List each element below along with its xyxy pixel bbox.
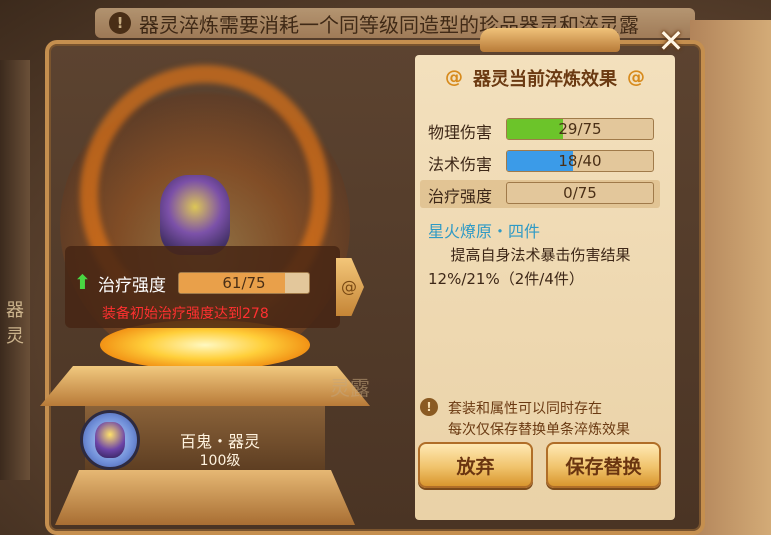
set-bonus-description: 提高自身法术暴击伤害结果12%/21%（2件/4件） bbox=[428, 246, 631, 288]
stat-bar-text: 29/75 bbox=[558, 120, 602, 138]
set-bonus-title: 星火燎原・四件 bbox=[428, 222, 541, 241]
pedestal-top bbox=[40, 366, 370, 406]
game-scene: ! 器灵淬炼需要消耗一个同等级同造型的珍品器灵和淬灵露 器灵 灵露 @ ⬆ 治疗… bbox=[0, 0, 771, 535]
cloud-swirl-icon: @ bbox=[445, 67, 463, 88]
spirit-figure-image bbox=[160, 175, 230, 255]
stat-bar-healing-power: 0/75 bbox=[506, 182, 654, 204]
save-replace-button[interactable]: 保存替换 bbox=[546, 442, 661, 488]
panel-header: @ 器灵当前淬炼效果 @ bbox=[415, 60, 675, 96]
pedestal-base bbox=[55, 470, 355, 525]
spirit-avatar-image bbox=[95, 422, 125, 458]
spirit-avatar[interactable] bbox=[80, 410, 140, 470]
background-ghost-label: 灵露 bbox=[330, 376, 370, 400]
popup-crown-ornament bbox=[480, 28, 620, 52]
spiral-icon: @ bbox=[341, 277, 357, 296]
stat-label-magic-damage: 法术伤害 bbox=[428, 155, 493, 174]
stat-bar-physical-damage: 29/75 bbox=[506, 118, 654, 140]
discard-button[interactable]: 放弃 bbox=[418, 442, 533, 488]
panel-title: 器灵当前淬炼效果 bbox=[473, 69, 617, 90]
notice-line-2: 每次仅保存替换单条淬炼效果 bbox=[448, 422, 630, 438]
stat-bar-text: 18/40 bbox=[558, 152, 602, 170]
cloud-swirl-icon: @ bbox=[627, 67, 645, 88]
warning-icon: ! bbox=[109, 12, 131, 34]
spirit-level: 100级 bbox=[199, 453, 241, 469]
spirit-name: 百鬼・器灵 bbox=[179, 432, 260, 451]
callout-stat-bar-text: 61/75 bbox=[222, 274, 266, 292]
background-side-label: 器灵 bbox=[6, 300, 24, 347]
info-icon: ! bbox=[420, 398, 438, 416]
notice-line-1: 套装和属性可以同时存在 bbox=[448, 401, 602, 417]
stat-bar-text: 0/75 bbox=[563, 184, 597, 202]
callout-requirement: 装备初始治疗强度达到278 bbox=[102, 306, 269, 322]
stat-label-healing-power: 治疗强度 bbox=[428, 187, 493, 206]
callout-stat-bar: 61/75 bbox=[178, 272, 310, 294]
callout-stat-label: 治疗强度 bbox=[98, 276, 166, 296]
arrow-up-icon: ⬆ bbox=[74, 270, 91, 294]
background-left-panel bbox=[0, 60, 30, 480]
close-icon[interactable]: ✕ bbox=[654, 24, 688, 58]
stat-bar-magic-damage: 18/40 bbox=[506, 150, 654, 172]
stat-label-physical-damage: 物理伤害 bbox=[428, 123, 493, 142]
